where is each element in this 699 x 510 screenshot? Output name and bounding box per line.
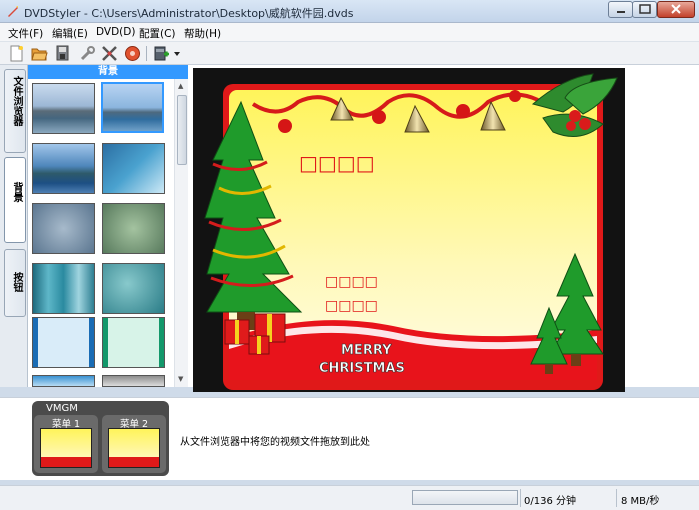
close-icon xyxy=(671,4,681,14)
dropdown-icon[interactable] xyxy=(172,45,182,62)
vmgm-group[interactable]: VMGM 菜单 1 菜单 2 xyxy=(32,401,169,476)
banner-line-2: CHRISTMAS xyxy=(319,361,405,376)
tools-icon[interactable] xyxy=(79,45,96,62)
open-icon[interactable] xyxy=(31,45,48,62)
minimize-button[interactable] xyxy=(608,1,633,18)
background-panel-scrollbar[interactable]: ▲ ▼ xyxy=(174,79,188,387)
menu-bar: 文件(F) 编辑(E) DVD(D) 配置(C) 帮助(H) xyxy=(0,23,699,42)
tab-background-label: 背景 xyxy=(11,182,22,202)
menu-edit[interactable]: 编辑(E) xyxy=(52,26,88,41)
title-bar: DVDStyler - C:\Users\Administrator\Deskt… xyxy=(0,0,699,23)
menu-button-placeholder-1[interactable]: □□□□ xyxy=(325,274,378,290)
tab-background[interactable]: 背景 xyxy=(4,157,26,243)
tab-file-browser-label: 文件浏览器 xyxy=(11,76,22,126)
background-thumb[interactable] xyxy=(102,263,165,314)
background-thumb[interactable] xyxy=(102,203,165,254)
scroll-up-icon[interactable]: ▲ xyxy=(178,82,183,90)
window-title: DVDStyler - C:\Users\Administrator\Deskt… xyxy=(24,7,354,20)
background-thumb[interactable] xyxy=(32,375,95,387)
menu-config[interactable]: 配置(C) xyxy=(139,26,176,41)
settings-icon[interactable] xyxy=(101,45,118,62)
status-divider xyxy=(520,489,521,507)
tab-buttons[interactable]: 按钮 xyxy=(4,249,26,317)
drop-hint-text: 从文件浏览器中将您的视频文件拖放到此处 xyxy=(180,437,370,448)
toolbar xyxy=(0,42,699,65)
duration-text: 0/136 分钟 xyxy=(524,496,576,507)
app-icon xyxy=(8,6,18,17)
save-icon[interactable] xyxy=(55,45,72,62)
scroll-down-icon[interactable]: ▼ xyxy=(178,375,183,383)
add-file-icon[interactable] xyxy=(153,45,170,62)
status-divider xyxy=(616,489,617,507)
background-thumb[interactable] xyxy=(32,143,95,194)
burn-icon[interactable] xyxy=(124,45,141,62)
background-thumb[interactable] xyxy=(32,203,95,254)
background-panel-header: 背景 xyxy=(28,65,188,79)
background-browser-panel: 背景 ▲ ▼ xyxy=(28,65,188,387)
minimize-icon xyxy=(617,11,625,13)
speed-text: 8 MB/秒 xyxy=(621,496,660,507)
banner-line-1: MERRY xyxy=(341,343,392,358)
menu-help[interactable]: 帮助(H) xyxy=(184,26,221,41)
menu-1-card[interactable]: 菜单 1 xyxy=(34,415,98,473)
vmgm-label: VMGM xyxy=(46,403,78,414)
menu-editor-area: □□□□ □□□□ □□□□ MERRY CHRISTMAS xyxy=(188,65,699,392)
close-button[interactable] xyxy=(657,1,695,18)
background-thumb[interactable] xyxy=(32,317,95,368)
menu-2-thumbnail xyxy=(108,428,160,468)
menu-canvas[interactable]: □□□□ □□□□ □□□□ MERRY CHRISTMAS xyxy=(193,68,625,392)
background-thumb[interactable] xyxy=(32,83,95,134)
disc-usage-progress xyxy=(412,490,518,505)
tab-file-browser[interactable]: 文件浏览器 xyxy=(4,69,26,153)
background-thumb[interactable] xyxy=(32,263,95,314)
tab-buttons-label: 按钮 xyxy=(11,272,22,292)
new-icon[interactable] xyxy=(8,45,25,62)
menu-dvd[interactable]: DVD(D) xyxy=(96,26,135,38)
maximize-icon xyxy=(639,4,651,14)
background-thumb[interactable] xyxy=(102,143,165,194)
maximize-button[interactable] xyxy=(632,1,657,18)
scrollbar-thumb[interactable] xyxy=(177,95,187,165)
background-thumb-selected[interactable] xyxy=(101,82,164,133)
background-thumb[interactable] xyxy=(102,317,165,368)
toolbar-separator xyxy=(146,46,147,61)
menu-titleset-strip: VMGM 菜单 1 菜单 2 从文件浏览器中将您的视频文件拖放到此处 xyxy=(0,397,699,480)
status-bar: 0/136 分钟 8 MB/秒 xyxy=(0,485,699,510)
menu-file[interactable]: 文件(F) xyxy=(8,26,43,41)
menu-2-card[interactable]: 菜单 2 xyxy=(102,415,166,473)
background-thumb[interactable] xyxy=(102,375,165,387)
vertical-tab-bar: 文件浏览器 背景 按钮 xyxy=(0,65,28,387)
menu-1-thumbnail xyxy=(40,428,92,468)
menu-button-placeholder-2[interactable]: □□□□ xyxy=(325,298,378,314)
menu-title-placeholder[interactable]: □□□□ xyxy=(299,151,375,175)
